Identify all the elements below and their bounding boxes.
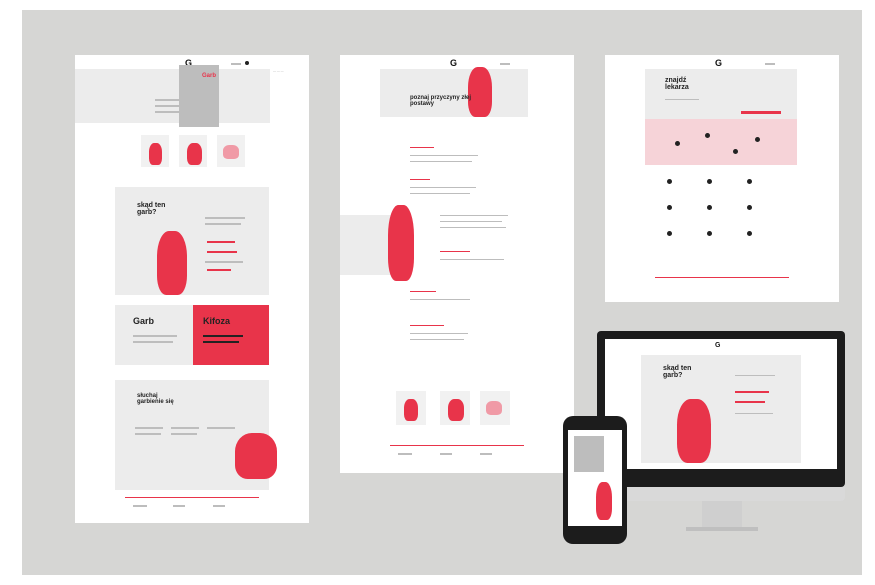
presentation-backdrop: G Garb — — — skąd ten garb? Garb Kifoza … (22, 10, 862, 575)
section-why-title: skąd ten garb? (137, 202, 166, 217)
imac-base (686, 527, 758, 531)
imac-stand (702, 501, 742, 529)
hero-causes-title: poznaj przyczyny złej postawy (410, 95, 472, 108)
site-logo-2: G (450, 58, 458, 68)
garb-label: Garb (133, 316, 155, 326)
imac-device: G skąd ten garb? (597, 331, 845, 487)
kifoza-label: Kifoza (203, 316, 230, 326)
section-slouch-title: słuchaj garbienie się (137, 393, 174, 406)
imac-title: skąd ten garb? (663, 365, 692, 380)
imac-screen: G skąd ten garb? (605, 339, 837, 469)
imac-chin (597, 487, 845, 501)
hero-causes (380, 69, 528, 117)
hero-title: Garb (202, 73, 217, 79)
site-logo-3: G (715, 58, 723, 68)
website-mockup-home: G Garb — — — skąd ten garb? Garb Kifoza … (75, 55, 309, 523)
website-mockup-causes: G poznaj przyczyny złej postawy (340, 55, 574, 473)
website-mockup-find-doctor: G znajdź lekarza (605, 55, 839, 302)
phone-device (563, 416, 627, 544)
phone-screen (568, 430, 622, 526)
find-doctor-title: znajdź lekarza (665, 77, 689, 92)
hero-section (75, 69, 270, 123)
map (645, 119, 797, 165)
